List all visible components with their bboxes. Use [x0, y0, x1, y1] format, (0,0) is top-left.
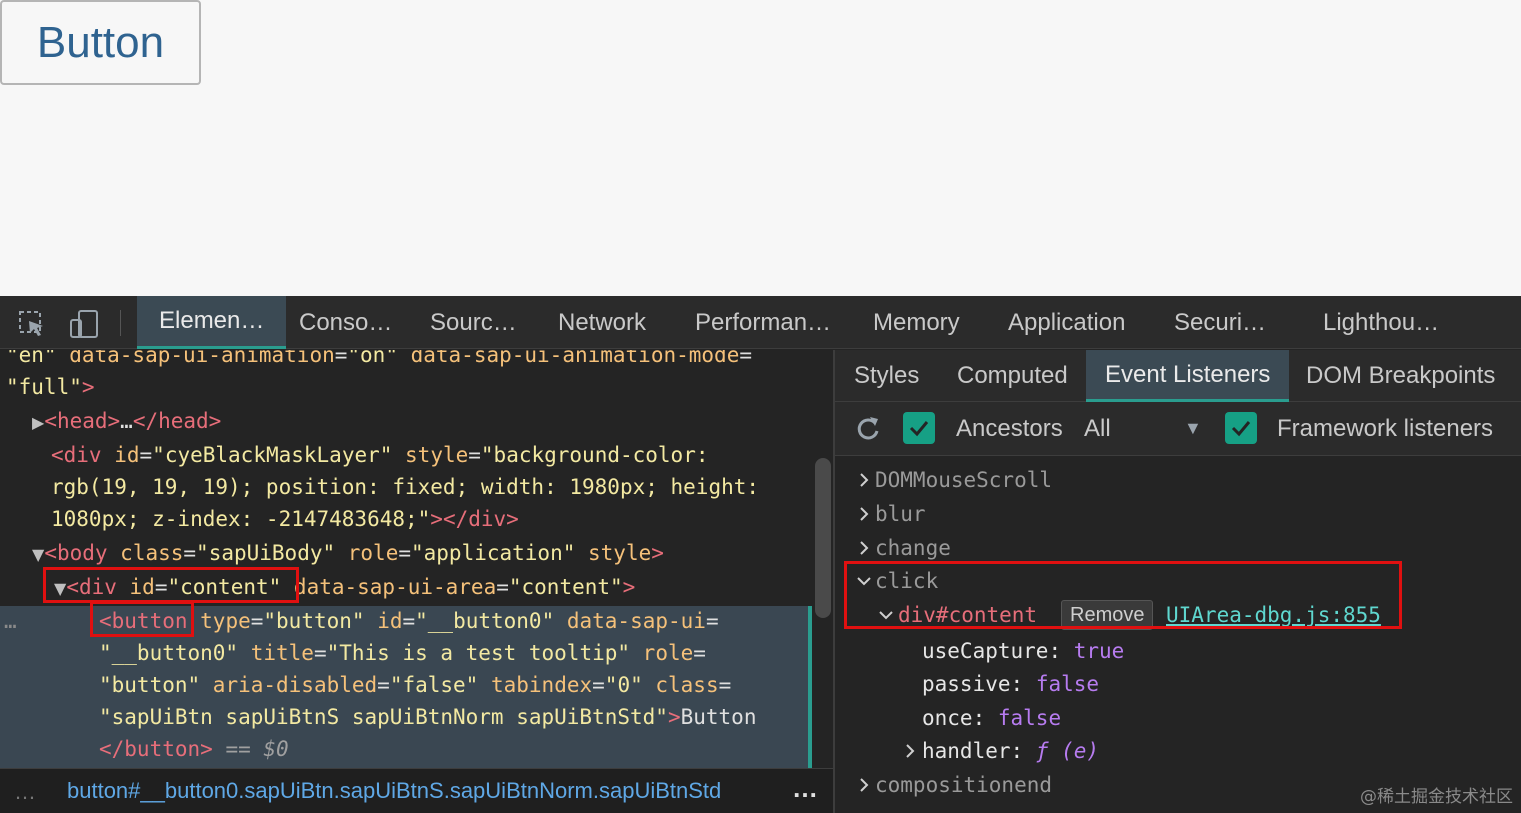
event-item-change[interactable]: change [875, 532, 951, 564]
demo-button[interactable]: Button [0, 0, 201, 85]
event-item-blur[interactable]: blur [875, 498, 926, 530]
breadcrumb-more-button[interactable]: … [792, 773, 818, 804]
tab-memory[interactable]: Memory [873, 296, 960, 349]
dom-line[interactable]: rgb(19, 19, 19); position: fixed; width:… [51, 471, 759, 503]
collapse-triangle-icon[interactable]: ▼ [32, 545, 44, 564]
devtools-panel: Elemen… Conso… Sourc… Network Performan…… [0, 296, 1521, 813]
framework-listeners-label: Framework listeners [1277, 415, 1494, 442]
tab-sources[interactable]: Sourc… [430, 296, 517, 349]
node-actions-icon[interactable]: … [4, 605, 17, 637]
ancestors-label: Ancestors [956, 415, 1063, 442]
device-toolbar-icon[interactable] [68, 308, 100, 340]
chevron-right-icon[interactable] [856, 498, 872, 530]
dom-line[interactable]: 1080px; z-index: -2147483648;"></div> [51, 503, 519, 535]
listener-filter-select[interactable]: All [1084, 415, 1111, 443]
event-item-dommousescroll[interactable]: DOMMouseScroll [875, 464, 1052, 496]
side-panel: Styles Computed Event Listeners DOM Brea… [835, 350, 1521, 813]
watermark: @稀土掘金技术社区 [1360, 787, 1513, 807]
devtools-tabbar: Elemen… Conso… Sourc… Network Performan…… [0, 296, 1521, 349]
event-listener-list: DOMMouseScroll blur change click div#con… [835, 457, 1521, 813]
tab-computed[interactable]: Computed [957, 350, 1068, 402]
listener-prop-passive: passive: false [922, 672, 1100, 696]
dom-node-head[interactable]: ▶<head>…</head> [32, 405, 221, 437]
tab-lighthouse[interactable]: Lighthou… [1323, 296, 1439, 349]
check-icon [909, 421, 929, 437]
listener-prop-usecapture: useCapture: true [922, 639, 1125, 663]
tab-application[interactable]: Application [1008, 296, 1125, 349]
chevron-right-icon[interactable] [902, 735, 918, 767]
tab-security[interactable]: Securi… [1174, 296, 1266, 349]
listener-prop-once: once: false [922, 706, 1062, 730]
dom-tree-scrollbar[interactable] [815, 458, 831, 618]
ancestors-checkbox[interactable] [903, 412, 935, 444]
dom-tree: "en" data-sap-ui-animation="on" data-sap… [0, 350, 833, 768]
refresh-icon[interactable] [853, 414, 883, 444]
dom-line[interactable]: "en" data-sap-ui-animation="on" data-sap… [6, 350, 752, 371]
check-icon [1231, 421, 1251, 437]
highlight-box-click-listener [844, 561, 1402, 629]
highlight-box-button-tag [90, 601, 194, 637]
listener-prop-handler[interactable]: handler: ƒ (e) [922, 735, 1099, 767]
framework-listeners-checkbox[interactable] [1225, 412, 1257, 444]
dom-line[interactable]: "sapUiBtn sapUiBtnS sapUiBtnNorm sapUiBt… [99, 701, 756, 733]
dom-line[interactable]: </button> == $0 [99, 733, 289, 765]
expand-triangle-icon[interactable]: ▶ [32, 413, 44, 432]
breadcrumb-overflow-icon[interactable]: … [14, 779, 36, 805]
inspect-element-icon[interactable] [16, 308, 48, 340]
toolbar-separator [120, 310, 121, 336]
page-viewport: Button [0, 0, 1521, 296]
tab-elements[interactable]: Elemen… [137, 296, 287, 349]
tab-event-listeners[interactable]: Event Listeners [1086, 350, 1290, 402]
dom-node-mask-layer[interactable]: <div id="cyeBlackMaskLayer" style="backg… [51, 439, 708, 471]
chevron-right-icon[interactable] [856, 464, 872, 496]
chevron-down-icon[interactable]: ▼ [1184, 418, 1202, 439]
highlight-box-content-div [43, 567, 299, 603]
dom-line[interactable]: "button" aria-disabled="false" tabindex=… [99, 669, 731, 701]
side-tabbar: Styles Computed Event Listeners DOM Brea… [835, 350, 1521, 402]
tab-console[interactable]: Conso… [299, 296, 392, 349]
tab-performance[interactable]: Performan… [695, 296, 831, 349]
chevron-right-icon[interactable] [856, 532, 872, 564]
dom-line[interactable]: "full"> [6, 371, 95, 403]
event-item-compositionend[interactable]: compositionend [875, 769, 1052, 801]
dom-node-body[interactable]: ▼<body class="sapUiBody" role="applicati… [32, 537, 664, 569]
tab-dom-breakpoints[interactable]: DOM Breakpoints [1306, 350, 1495, 402]
breadcrumb-item[interactable]: button#__button0.sapUiBtn.sapUiBtnS.sapU… [67, 778, 721, 804]
breadcrumb: … button#__button0.sapUiBtn.sapUiBtnS.sa… [0, 768, 833, 813]
tab-network[interactable]: Network [558, 296, 646, 349]
dom-line[interactable]: "__button0" title="This is a test toolti… [99, 637, 706, 669]
chevron-right-icon[interactable] [856, 769, 872, 801]
event-listeners-toolbar: Ancestors All ▼ Framework listeners [835, 402, 1521, 456]
tab-styles[interactable]: Styles [854, 350, 919, 402]
